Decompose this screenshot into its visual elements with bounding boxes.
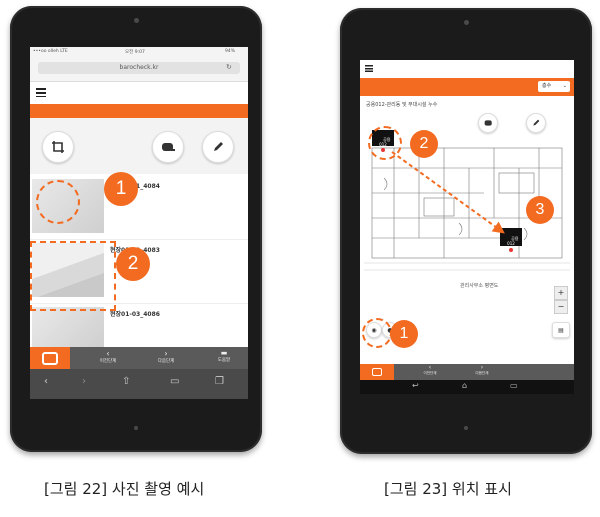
right-tablet: 층수 ⌄ 공용012-관리동 및 부대시설 누수 관리사무소 평면도 공용 01…	[340, 8, 592, 454]
back-arrow-icon[interactable]: ‹	[44, 376, 48, 387]
browser-header: barocheck.kr ↻	[30, 57, 248, 82]
prev-step-label: 이전단계	[423, 371, 437, 375]
printer-icon: ▤	[558, 326, 564, 334]
step-marker-2: 2	[410, 130, 438, 158]
pencil-icon	[214, 142, 223, 151]
forward-arrow-icon[interactable]: ›	[82, 376, 86, 387]
zoom-in-button[interactable]: +	[554, 286, 568, 300]
chevron-left-icon: ‹	[428, 364, 432, 371]
zoom-out-button[interactable]: −	[554, 300, 568, 314]
print-button[interactable]: ▤	[552, 322, 570, 338]
prev-step-button[interactable]: ‹ 이전단계	[90, 349, 126, 364]
speaker-dot	[464, 426, 468, 430]
chevron-right-icon: ›	[480, 364, 484, 371]
address-bar[interactable]: barocheck.kr	[38, 62, 240, 74]
front-camera	[134, 18, 139, 23]
browser-toolbar: ‹ › ⇧ ▭ ❐	[30, 369, 248, 399]
chevron-right-icon: ›	[164, 349, 168, 358]
home-icon[interactable]: ⌂	[462, 381, 467, 390]
home-tab[interactable]	[30, 347, 70, 369]
hamburger-menu-icon[interactable]	[36, 88, 46, 97]
step-marker-3: 3	[526, 196, 554, 224]
photo-thumbnail	[32, 307, 104, 347]
android-nav-bar: ↩ ⌂ ▭	[360, 380, 574, 394]
tape-measure-button[interactable]	[152, 131, 184, 163]
help-button[interactable]: ▬ 도움말	[206, 349, 242, 363]
crop-photo-button[interactable]	[42, 131, 74, 163]
status-carrier: •••oo olleh LTE	[33, 49, 68, 54]
next-step-label: 다음단계	[475, 371, 489, 375]
left-screen: •••oo olleh LTE 오전 9:07 94% barocheck.kr…	[30, 47, 248, 399]
chat-icon: ▬	[220, 349, 228, 357]
chevron-left-icon: ‹	[106, 349, 110, 358]
bottom-nav: ‹ 이전단계 › 다음단계	[360, 364, 574, 380]
toolbar	[30, 118, 248, 174]
list-item[interactable]: 현장01-03_4086	[30, 305, 248, 347]
edit-button[interactable]	[202, 131, 234, 163]
tape-measure-icon	[162, 143, 175, 151]
list-item-label: 현장01-03_4086	[110, 311, 160, 318]
bottom-nav: ‹ 이전단계 › 다음단계 ▬ 도움말	[30, 347, 248, 369]
url-text: barocheck.kr	[119, 64, 159, 71]
next-step-label: 다음단계	[157, 359, 175, 364]
tabs-icon[interactable]: ❐	[215, 376, 224, 387]
status-bar: •••oo olleh LTE 오전 9:07 94%	[30, 47, 248, 57]
highlight-photo	[30, 241, 116, 311]
next-step-button[interactable]: › 다음단계	[464, 364, 500, 376]
orange-band	[30, 104, 248, 118]
home-logo-icon	[42, 351, 58, 365]
home-tab[interactable]	[360, 364, 394, 380]
highlight-origin-pin	[368, 126, 402, 160]
prev-step-label: 이전단계	[99, 359, 117, 364]
bookmarks-icon[interactable]: ▭	[170, 376, 179, 387]
status-battery: 94%	[225, 49, 236, 54]
next-step-button[interactable]: › 다음단계	[148, 349, 184, 364]
highlight-crop-button	[36, 180, 80, 224]
back-icon[interactable]: ↩	[412, 381, 419, 390]
app-header	[30, 82, 248, 104]
right-screen: 층수 ⌄ 공용012-관리동 및 부대시설 누수 관리사무소 평면도 공용 01…	[360, 60, 574, 380]
step-marker-2: 2	[116, 247, 150, 281]
help-label: 도움말	[217, 358, 231, 363]
caption-right: [그림 23] 위치 표시	[384, 480, 512, 498]
share-icon[interactable]: ⇧	[122, 376, 130, 387]
highlight-tool-buttons	[362, 318, 392, 348]
status-time: 오전 9:07	[125, 50, 145, 55]
home-logo-icon	[372, 368, 382, 376]
recent-apps-icon[interactable]: ▭	[510, 381, 518, 390]
caption-left: [그림 22] 사진 촬영 예시	[44, 480, 205, 498]
step-marker-1: 1	[390, 320, 418, 348]
front-camera	[464, 20, 469, 25]
speaker-dot	[134, 426, 138, 430]
left-tablet: •••oo olleh LTE 오전 9:07 94% barocheck.kr…	[10, 6, 262, 452]
crop-icon	[52, 141, 64, 153]
prev-step-button[interactable]: ‹ 이전단계	[412, 364, 448, 376]
step-marker-1: 1	[104, 172, 138, 206]
reload-icon[interactable]: ↻	[226, 63, 232, 71]
